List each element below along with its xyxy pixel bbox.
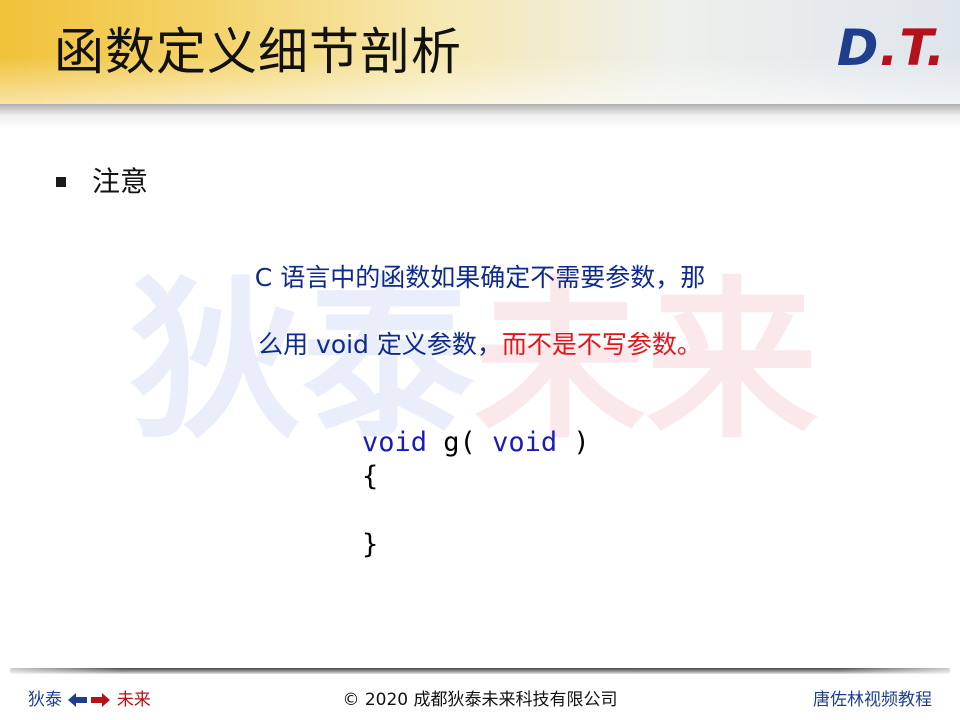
footer-divider-fade — [10, 668, 950, 674]
arrow-right-icon — [91, 693, 111, 707]
title-banner-shadow — [0, 104, 960, 130]
description-emphasis-text: 而不是不写参数。 — [501, 330, 702, 359]
square-bullet-icon — [56, 177, 66, 187]
footer-brand-a: 狄泰 — [28, 690, 62, 710]
logo-dot-2: . — [926, 19, 946, 77]
slide-title: 函数定义细节剖析 — [54, 23, 462, 81]
code-keyword: void — [362, 427, 428, 458]
dt-logo: D.T. — [837, 18, 946, 78]
code-line-2: { — [362, 461, 379, 492]
footer-course: 唐佐林视频教程 — [813, 690, 932, 710]
logo-letter-d: D — [836, 19, 880, 77]
footer-copyright: © 2020 成都狄泰未来科技有限公司 — [342, 690, 618, 710]
code-keyword: void — [492, 427, 558, 458]
code-line-1: void g( void ) — [362, 426, 682, 460]
bullet-heading: 注意 — [92, 165, 149, 198]
footer-brand-b: 未来 — [116, 690, 151, 710]
logo-dot: . — [879, 19, 900, 77]
description-line-2: 么用 void 定义参数，而不是不写参数。 — [180, 327, 780, 363]
title-banner: 函数定义细节剖析 D.T. — [0, 0, 960, 104]
footer-brand: 狄泰 未来 — [28, 687, 151, 713]
code-text: ) — [557, 427, 590, 458]
logo-letter-t: T — [899, 19, 926, 77]
description-line-1: C 语言中的函数如果确定不需要参数，那 — [254, 263, 706, 292]
code-block: void g( void ) { } — [362, 426, 682, 562]
description-normal-text: 么用 void 定义参数， — [258, 330, 502, 359]
arrow-left-icon — [68, 693, 88, 707]
code-line-4: } — [362, 529, 379, 560]
code-text: g( — [427, 427, 493, 458]
